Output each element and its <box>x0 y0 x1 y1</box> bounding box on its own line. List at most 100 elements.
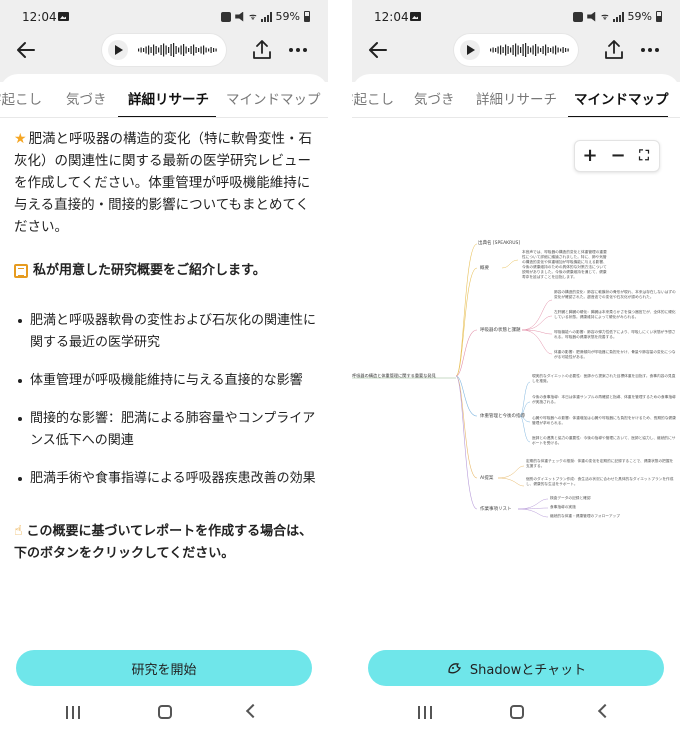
mindmap-node[interactable]: 心臓や呼吸器への影響：体重増加は心臓や呼吸器にも負担をかけるため、長期的な健康管… <box>532 416 678 426</box>
waveform-bar <box>497 46 499 54</box>
back-arrow-icon[interactable] <box>366 38 390 62</box>
nav-back-icon[interactable] <box>597 703 613 719</box>
tab-research[interactable]: 詳細リサーチ <box>128 88 209 108</box>
app-bar <box>352 32 680 68</box>
start-research-button[interactable]: 研究を開始 <box>16 650 312 686</box>
waveform-bar <box>535 44 537 56</box>
gallery-icon <box>58 12 69 21</box>
waveform-bar <box>565 48 567 52</box>
mindmap-node[interactable]: 個別のダイエットプラン作成：食生活の状況に合わせた具体的なダイエットプランを作成… <box>526 477 676 487</box>
active-tab-indicator <box>118 116 216 117</box>
waveform-bar <box>517 45 519 55</box>
waveform-bar <box>150 47 152 53</box>
waveform-bar <box>567 48 569 52</box>
mindmap-branch[interactable]: 出典名 [SPEAKRUS] <box>478 240 520 246</box>
research-query: ★ 肥満と呼吸器の構造的変化（特に軟骨変性・石灰化）の関連性に関する最新の医学研究… <box>14 128 316 238</box>
waveform-bar <box>492 47 494 53</box>
play-icon[interactable] <box>460 40 480 60</box>
mindmap-node[interactable]: 検査データの記録と確認 <box>550 496 676 501</box>
zoom-in-button[interactable]: + <box>579 145 601 167</box>
tab-bar: 字起こし 気づき 詳細リサーチ マインドマップ <box>0 74 328 118</box>
tab-mindmap[interactable]: マインドマップ <box>574 88 669 108</box>
waveform-bar <box>510 47 512 53</box>
mindmap-node[interactable]: 本音声では、呼吸器の構造的変化と体重管理の重要性について詳細に議論されました。特… <box>522 250 608 280</box>
more-icon[interactable] <box>638 38 662 62</box>
system-nav-bar <box>0 700 328 728</box>
mindmap-branch[interactable]: 体重管理と今後の指導 <box>480 413 525 419</box>
mindmap-branch[interactable]: 呼吸器の状態と課題 <box>480 327 521 333</box>
app-bar <box>0 32 328 68</box>
mindmap-node[interactable]: 医師との連携と協力の重要性：今後の指導や管理において、医師と協力し、継続的にサポ… <box>532 436 678 446</box>
cta-text: ☝ この概要に基づいてレポートを作成する場合は、下のボタンをクリックしてください。 <box>14 520 316 565</box>
tab-insights[interactable]: 気づき <box>414 88 455 108</box>
waveform-bar <box>198 48 200 52</box>
status-bar: 12:04 ᯤ 59% <box>352 8 680 28</box>
tab-insights[interactable]: 気づき <box>66 88 107 108</box>
mindmap-node[interactable]: 定期的な体重チェックの推奨：体重の変化を定期的に記録することで、健康状態の把握を… <box>526 459 676 469</box>
waveform-bar <box>138 48 140 52</box>
waveform-bar <box>160 45 162 55</box>
recents-icon[interactable] <box>66 706 80 719</box>
gallery-icon <box>410 12 421 21</box>
mindmap-node[interactable]: 左肝臓と膵臓の硬化：膵臓は本来柔らかさを保つ器官だが、全体的に硬化している状態。… <box>554 310 678 320</box>
waveform-bar <box>193 44 195 56</box>
mindmap-branch[interactable]: 概要 <box>480 265 489 271</box>
status-time: 12:04 <box>374 10 409 24</box>
share-icon[interactable] <box>602 38 626 62</box>
waveform-bar <box>557 47 559 53</box>
mindmap-node[interactable]: 食事指導の実施 <box>550 505 676 510</box>
mindmap-node[interactable]: 今後の食事指導：本日は体重サンプルの再確認と指導、体重を管理するための食事指導が… <box>532 395 678 405</box>
mindmap-node[interactable]: 現実的なダイエットの必要性：医師から提案された目標体重を目指す。食事内容の見直し… <box>532 374 678 384</box>
zoom-controls: + − ⛶ <box>574 140 660 172</box>
mindmap-node[interactable]: 継続的な体重・健康管理のフォローアップ <box>550 514 676 519</box>
waveform-bar <box>525 43 527 57</box>
waveform-bar <box>530 47 532 53</box>
waveform-bar <box>213 48 215 52</box>
fit-screen-icon[interactable]: ⛶ <box>633 145 655 167</box>
right-screen: 12:04 ᯤ 59% 字起こし 気づき 詳細リサーチ マインドマップ + − … <box>352 0 680 731</box>
share-icon[interactable] <box>250 38 274 62</box>
query-text: 肥満と呼吸器の構造的変化（特に軟骨変性・石灰化）の関連性に関する最新の医学研究レ… <box>14 131 313 235</box>
waveform-bar <box>163 43 165 57</box>
research-content: ★ 肥満と呼吸器の構造的変化（特に軟骨変性・石灰化）の関連性に関する最新の医学研究… <box>14 128 316 565</box>
waveform-bar <box>540 48 542 52</box>
mindmap-node[interactable]: 肺容の構造的変化：肺容に軟膜状の骨形が現れ、本来は存在しないはずの変化が確認され… <box>554 290 678 300</box>
waveform-bar <box>542 46 544 54</box>
play-icon[interactable] <box>108 40 128 60</box>
waveform-bar <box>527 46 529 54</box>
audio-player[interactable] <box>454 34 578 66</box>
mindmap-branch[interactable]: 作業事項リスト <box>480 506 512 512</box>
wifi-icon: ᯤ <box>249 12 257 21</box>
tab-transcript[interactable]: 字起こし <box>352 88 394 108</box>
mindmap-root[interactable]: 呼吸器の構造と体重管理に関する重要な発見 <box>352 373 436 379</box>
audio-player[interactable] <box>102 34 226 66</box>
mute-icon <box>235 11 244 22</box>
chat-with-shadow-button[interactable]: Shadowとチャット <box>368 650 664 686</box>
waveform-bar <box>515 43 517 57</box>
more-icon[interactable] <box>286 38 310 62</box>
waveform-bar <box>185 46 187 54</box>
home-icon[interactable] <box>158 705 172 719</box>
tab-transcript[interactable]: 字起こし <box>0 88 42 108</box>
recents-icon[interactable] <box>418 706 432 719</box>
mindmap-node[interactable]: 体重の影響：肥満傾向が呼吸器に負担をかけ、骨量や肺容量の変化につながる可能性があ… <box>554 350 678 360</box>
star-icon: ★ <box>14 131 27 147</box>
waveform-bar <box>168 47 170 53</box>
tab-research[interactable]: 詳細リサーチ <box>476 88 557 108</box>
tab-mindmap[interactable]: マインドマップ <box>226 88 321 108</box>
waveform-icon[interactable] <box>136 42 220 58</box>
mindmap-node[interactable]: 呼吸機能への影響：肺容の弾力性低下により、呼吸しにくい状態が予想される。呼吸器の… <box>554 330 678 340</box>
hand-pointer-icon: ☝ <box>14 523 23 539</box>
wifi-icon: ᯤ <box>601 12 609 21</box>
home-icon[interactable] <box>510 705 524 719</box>
waveform-icon[interactable] <box>488 42 572 58</box>
mindmap-canvas[interactable]: 呼吸器の構造と体重管理に関する重要な発見 出典名 [SPEAKRUS] 概要 本… <box>352 230 680 620</box>
zoom-out-button[interactable]: − <box>607 145 629 167</box>
mindmap-branch[interactable]: AI提案 <box>480 475 493 481</box>
back-arrow-icon[interactable] <box>14 38 38 62</box>
waveform-bar <box>505 44 507 56</box>
battery-icon <box>656 11 662 22</box>
alarm-icon <box>573 11 584 22</box>
nav-back-icon[interactable] <box>245 703 261 719</box>
tab-bar: 字起こし 気づき 詳細リサーチ マインドマップ <box>352 74 680 118</box>
